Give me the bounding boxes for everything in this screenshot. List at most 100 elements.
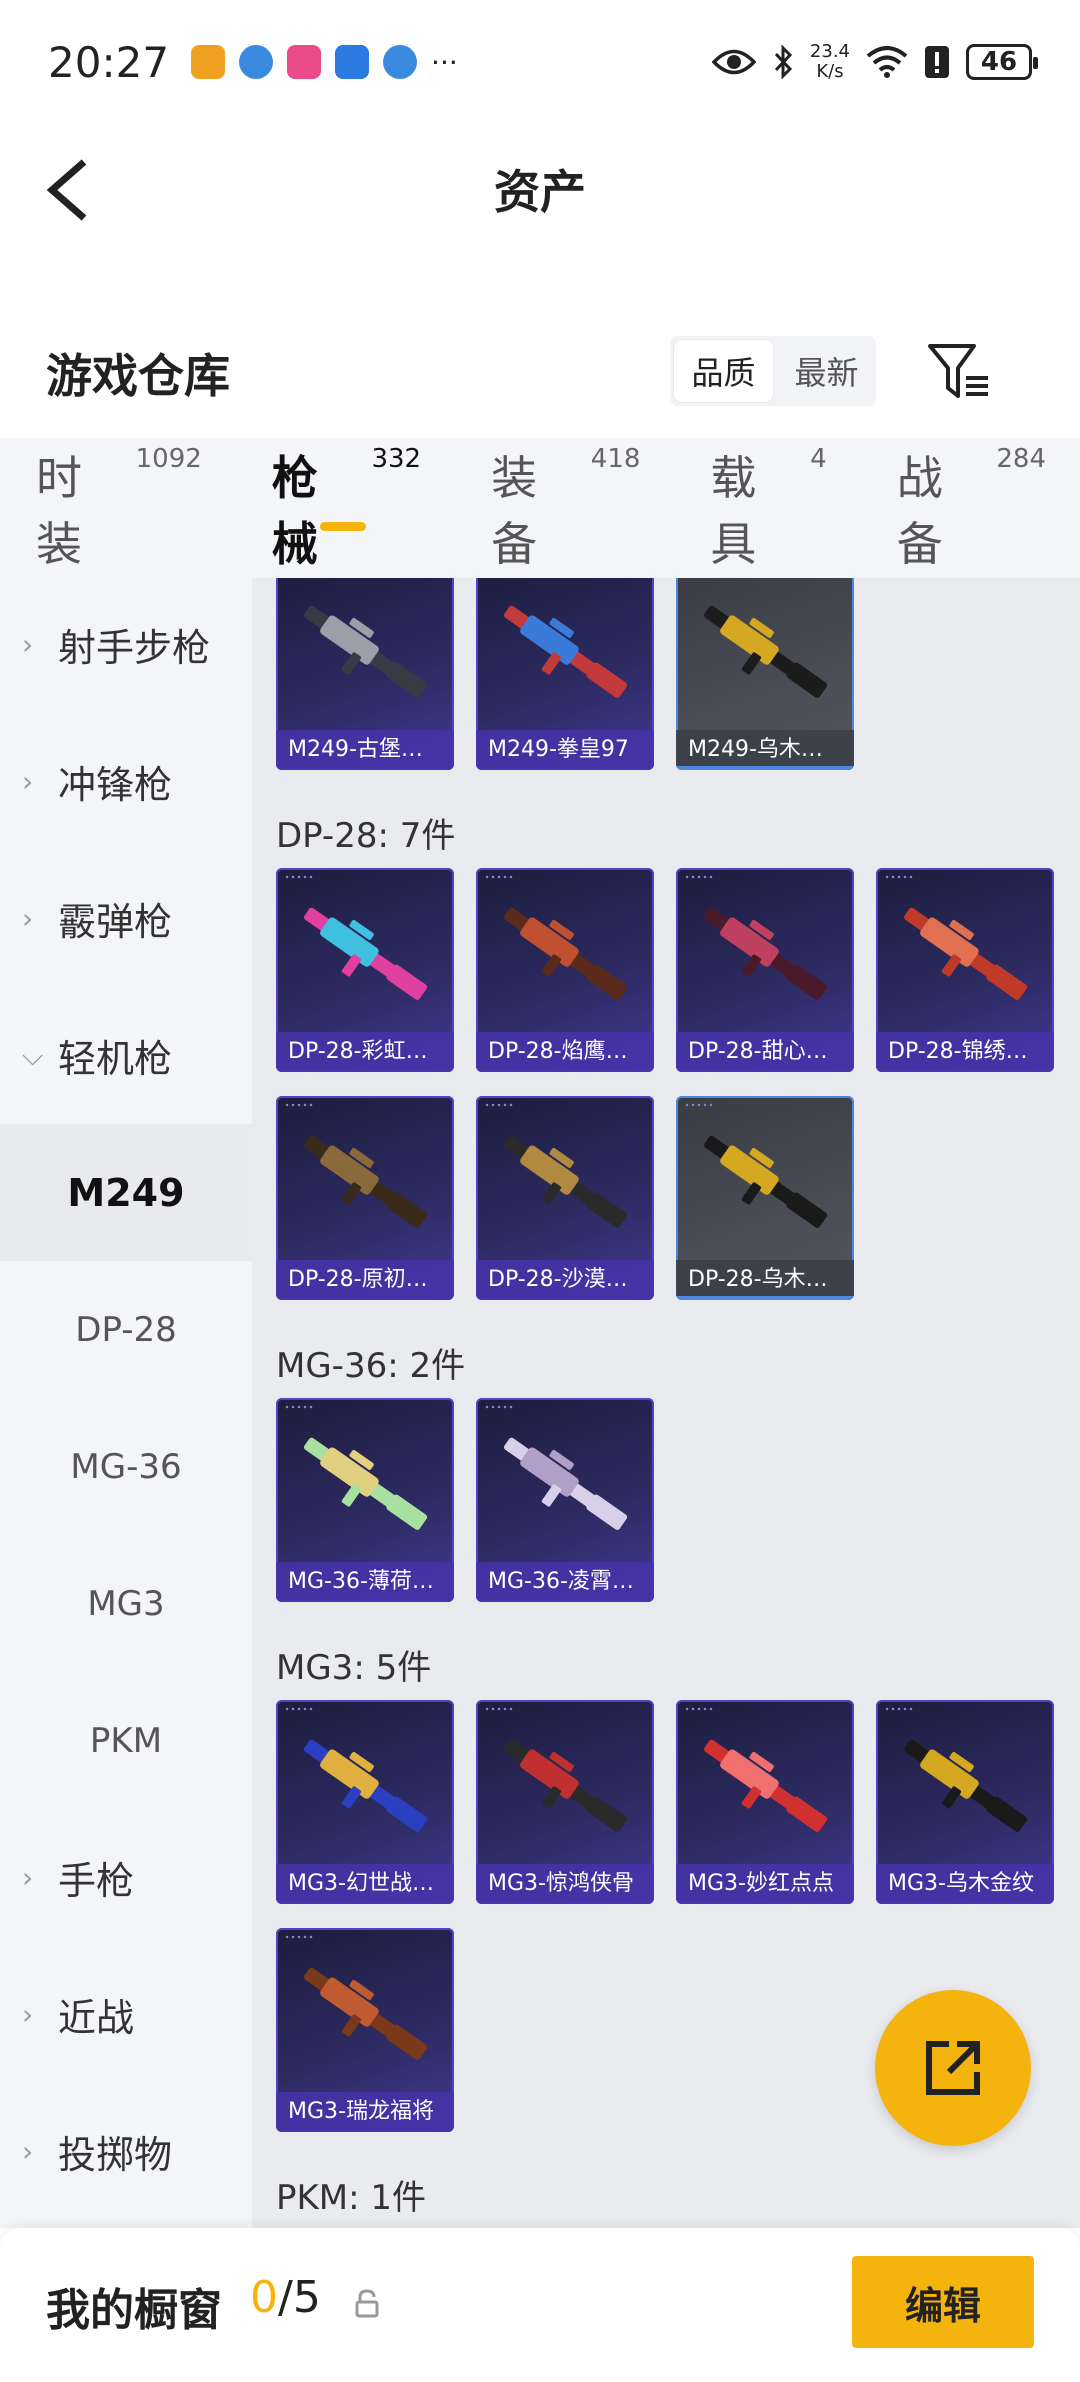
weapon-card-label: MG-36-薄荷… — [276, 1562, 454, 1602]
sidebar-subitem[interactable]: M249 — [0, 1124, 252, 1261]
weapon-image — [504, 1135, 628, 1228]
weapon-card-label: MG3-乌木金纹 — [876, 1864, 1054, 1904]
weapon-card-label: MG-36-凌霄… — [476, 1562, 654, 1602]
chevron-right-icon: › — [22, 628, 34, 661]
tab-label: 战备 — [896, 451, 943, 571]
sidebar-label: 轻机枪 — [58, 1037, 173, 1081]
share-external-icon — [926, 2041, 980, 2095]
chat-notification-icon — [287, 45, 322, 79]
status-time: 20:27 — [48, 37, 170, 87]
weapon-card[interactable]: MG-36-凌霄… — [476, 1398, 654, 1602]
section-title: DP-28: 7件 — [276, 816, 456, 856]
weapon-card-label: M249-古堡… — [276, 730, 454, 770]
weapon-card[interactable]: DP-28-彩虹… — [276, 868, 454, 1072]
card-dots — [484, 1706, 514, 1712]
weapon-card[interactable]: DP-28-沙漠… — [476, 1096, 654, 1300]
weapon-card[interactable]: M249-乌木… — [676, 578, 854, 770]
sidebar-category[interactable]: › 射手步枪 — [0, 578, 252, 713]
weapon-image — [304, 1739, 428, 1832]
weapon-card[interactable]: DP-28-焰鹰… — [476, 868, 654, 1072]
sidebar-subitem[interactable]: DP-28 — [0, 1261, 252, 1398]
card-dots — [284, 1934, 314, 1940]
tab-3[interactable]: 载具 4 — [710, 442, 826, 574]
page-title: 资产 — [494, 165, 586, 219]
weapon-card[interactable]: MG3-惊鸿侠骨 — [476, 1700, 654, 1904]
card-dots — [484, 1102, 514, 1108]
weapon-card[interactable]: DP-28-原初… — [276, 1096, 454, 1300]
chevron-right-icon: › — [22, 765, 34, 798]
tab-0[interactable]: 时装 1092 — [36, 442, 202, 574]
sidebar-category[interactable]: › 投掷物 — [0, 2083, 252, 2220]
sidebar: › 射手步枪 › 冲锋枪 › 霰弹枪 ⌵ 轻机枪 M249 DP-28 MG-36 MG3 PKM › 手枪… — [0, 578, 252, 2228]
tab-4[interactable]: 战备 284 — [897, 442, 1046, 574]
sidebar-category[interactable]: ⌵ 轻机枪 — [0, 987, 252, 1124]
sidebar-label: DP-28 — [75, 1309, 177, 1350]
weapon-card[interactable]: DP-28-锦绣… — [876, 868, 1054, 1072]
showcase-count-total: 5 — [292, 2272, 321, 2323]
tab-label: 装备 — [491, 451, 538, 571]
sidebar-subitem[interactable]: PKM — [0, 1672, 252, 1809]
sidebar-category[interactable]: › 霰弹枪 — [0, 850, 252, 987]
card-dots — [484, 874, 514, 880]
alert-icon — [925, 46, 949, 78]
weapon-card[interactable]: MG3-妙红点点 — [676, 1700, 854, 1904]
weapon-image — [304, 1437, 428, 1530]
weapon-image — [704, 907, 828, 1000]
card-dots — [884, 874, 914, 880]
tab-label: 载具 — [710, 451, 757, 571]
more-notifications-icon: ··· — [431, 45, 458, 79]
weapon-card-label: DP-28-彩虹… — [276, 1032, 454, 1072]
card-dots — [684, 874, 714, 880]
weapon-card[interactable]: MG-36-薄荷… — [276, 1398, 454, 1602]
sidebar-subitem[interactable]: MG-36 — [0, 1398, 252, 1535]
weapon-image — [504, 1437, 628, 1530]
sidebar-category[interactable]: › 手枪 — [0, 1809, 252, 1946]
tab-count: 332 — [371, 444, 422, 474]
content-area: › 射手步枪 › 冲锋枪 › 霰弹枪 ⌵ 轻机枪 M249 DP-28 MG-36 MG3 PKM › 手枪… — [0, 578, 1080, 2228]
sort-quality-button[interactable]: 品质 — [674, 340, 773, 402]
weapon-card[interactable]: M249-古堡… — [276, 578, 454, 770]
weapon-image — [304, 1967, 428, 2060]
card-dots — [284, 1706, 314, 1712]
bluetooth-notification-icon — [335, 45, 370, 79]
card-dots — [484, 1404, 514, 1410]
sidebar-label: 冲锋枪 — [58, 763, 173, 807]
weapon-card[interactable]: DP-28-乌木… — [676, 1096, 854, 1300]
sidebar-category[interactable]: › 近战 — [0, 1946, 252, 2083]
browser-notification-icon-2 — [383, 45, 418, 79]
weapon-card[interactable]: DP-28-甜心… — [676, 868, 854, 1072]
tab-count: 284 — [996, 444, 1047, 474]
category-tabs: 时装 1092 枪械 332 装备 418 载具 4 战备 284 — [0, 438, 1080, 578]
sidebar-subitem[interactable]: MG3 — [0, 1535, 252, 1672]
section-title: PKM: 1件 — [276, 2178, 427, 2218]
weapon-card[interactable]: MG3-幻世战… — [276, 1700, 454, 1904]
sidebar-label: 射手步枪 — [58, 626, 211, 670]
tab-2[interactable]: 装备 418 — [491, 442, 640, 574]
weapon-card-label: M249-乌木… — [676, 730, 854, 770]
sidebar-category[interactable]: › 冲锋枪 — [0, 713, 252, 850]
app-header: 资产 — [0, 124, 1080, 254]
section-title: MG3: 5件 — [276, 1648, 432, 1688]
weapon-card[interactable]: M249-拳皇97 — [476, 578, 654, 770]
warehouse-header: 游戏仓库 品质 最新 — [0, 320, 1080, 440]
filter-icon[interactable] — [926, 340, 992, 406]
net-speed-value: 23.4 — [809, 41, 850, 62]
weapon-card[interactable]: MG3-乌木金纹 — [876, 1700, 1054, 1904]
weapon-card-label: DP-28-乌木… — [676, 1260, 854, 1300]
share-fab-button[interactable] — [875, 1990, 1031, 2146]
tab-1[interactable]: 枪械 332 — [272, 442, 421, 574]
weapon-card-label: M249-拳皇97 — [476, 730, 654, 770]
net-speed-unit: K/s — [816, 61, 844, 82]
weapon-card-label: MG3-瑞龙福将 — [276, 2092, 454, 2132]
edit-button[interactable]: 编辑 — [852, 2256, 1034, 2348]
app-notification-icon — [191, 45, 226, 79]
browser-notification-icon — [239, 45, 274, 79]
showcase-count: 0/5 — [250, 2272, 321, 2323]
weapon-image — [504, 1739, 628, 1832]
weapon-card[interactable]: MG3-瑞龙福将 — [276, 1928, 454, 2132]
card-dots — [284, 874, 314, 880]
back-arrow-icon[interactable] — [40, 154, 100, 224]
weapon-image — [304, 1135, 428, 1228]
sidebar-label: PKM — [89, 1720, 163, 1761]
sort-newest-button[interactable]: 最新 — [777, 336, 876, 406]
